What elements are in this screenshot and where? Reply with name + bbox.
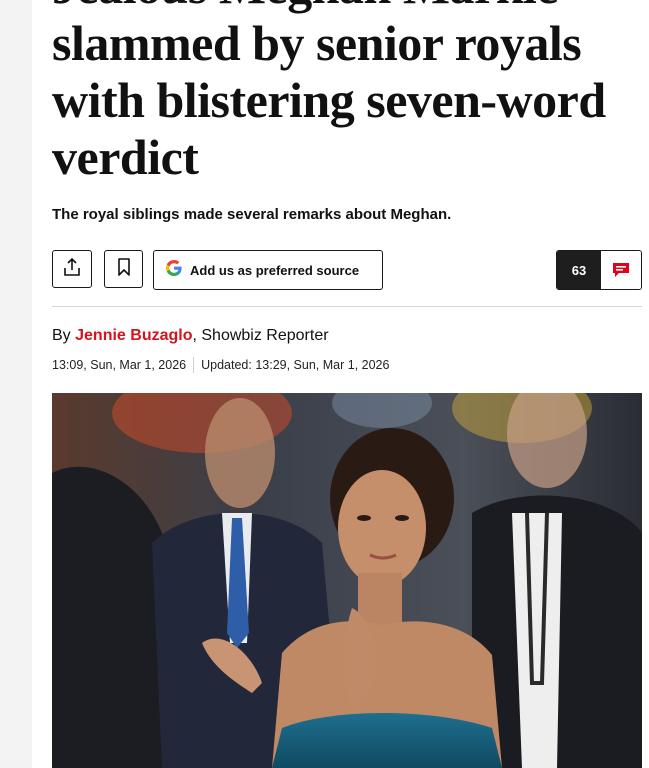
headline-line-4: verdict xyxy=(52,129,199,185)
hero-image[interactable] xyxy=(52,393,642,768)
date-separator xyxy=(193,357,195,373)
google-g-icon xyxy=(164,258,184,283)
section-divider xyxy=(52,306,642,307)
updated-time: Updated: 13:29, Sun, Mar 1, 2026 xyxy=(201,358,390,372)
author-link[interactable]: Jennie Buzaglo xyxy=(75,327,192,344)
author-role: , Showbiz Reporter xyxy=(192,327,329,344)
share-button[interactable] xyxy=(52,250,92,288)
comment-bubble-icon xyxy=(601,251,641,289)
bookmark-button[interactable] xyxy=(104,250,143,288)
bookmark-icon xyxy=(116,257,132,282)
published-time: 13:09, Sun, Mar 1, 2026 xyxy=(52,358,187,372)
headline-line-3: with blistering seven-word xyxy=(52,72,606,128)
byline: By Jennie Buzaglo, Showbiz Reporter xyxy=(52,327,329,345)
left-gutter xyxy=(0,0,32,768)
article-subheading: The royal siblings made several remarks … xyxy=(52,206,452,223)
share-icon xyxy=(62,257,82,282)
headline-line-2: slammed by senior royals xyxy=(52,15,582,71)
preferred-source-button[interactable]: Add us as preferred source xyxy=(153,250,383,290)
byline-prefix: By xyxy=(52,327,76,344)
headline-line-1: Jealous Meghan Markle xyxy=(52,0,649,15)
comment-count: 63 xyxy=(557,251,601,289)
article-actions-bar: Add us as preferred source 63 xyxy=(52,250,642,290)
preferred-source-label: Add us as preferred source xyxy=(190,262,360,278)
article-headline: Jealous Meghan Markle slammed by senior … xyxy=(52,0,649,186)
article-dates: 13:09, Sun, Mar 1, 2026 Updated: 13:29, … xyxy=(52,357,389,373)
comments-button[interactable]: 63 xyxy=(556,250,642,290)
